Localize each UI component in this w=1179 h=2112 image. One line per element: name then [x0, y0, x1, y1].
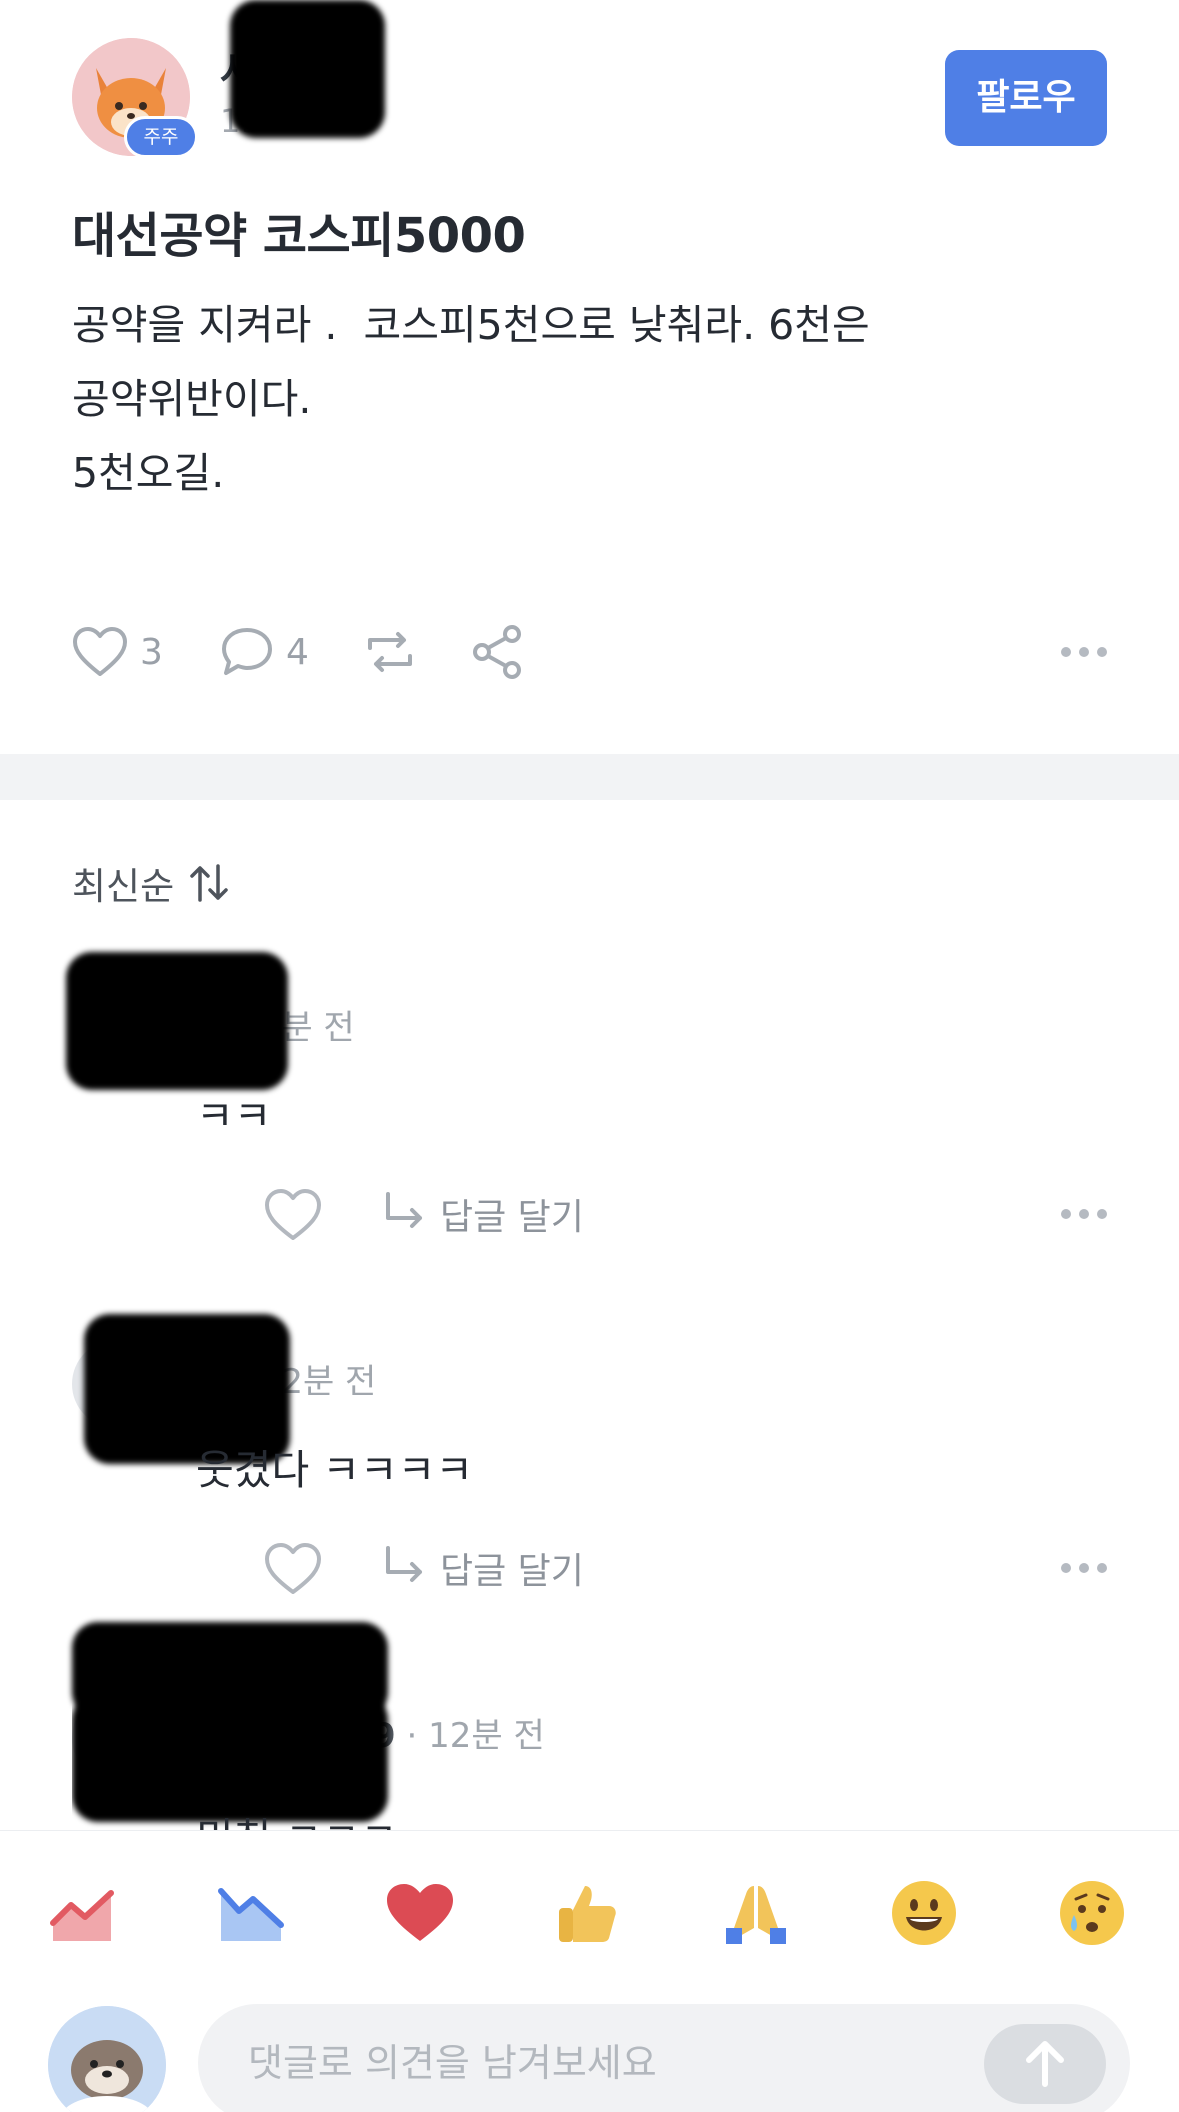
chart-up-icon[interactable] — [48, 1877, 120, 1949]
comment-time: · 12분 전 — [406, 1716, 545, 1756]
chart-down-icon[interactable] — [216, 1877, 288, 1949]
comment-text: ㅋㅋ — [196, 1092, 272, 1140]
comment-actions: 답글 달기 — [192, 1184, 1107, 1244]
reply-button[interactable]: 답글 달기 — [380, 1184, 584, 1244]
repost-icon — [368, 632, 412, 672]
redaction-mark — [66, 952, 288, 1090]
post-more-icon[interactable] — [1061, 640, 1107, 664]
post-title: 대선공약 코스피5000 — [72, 208, 526, 264]
comment-button[interactable]: 4 — [220, 624, 309, 680]
reaction-bar — [0, 1830, 1179, 1986]
reply-label: 답글 달기 — [440, 1197, 584, 1238]
reply-button[interactable]: 답글 달기 — [380, 1538, 584, 1598]
post-body-line: 5천오길. — [72, 449, 225, 497]
comment-like-icon[interactable] — [264, 1542, 322, 1596]
like-button[interactable]: 3 — [72, 624, 163, 680]
post-body-line: 공약을 지켜라 . 코스피5천으로 낮춰라. 6천은 — [72, 301, 870, 349]
post-actions: 3 4 — [72, 624, 1107, 680]
thumbs-up-icon[interactable] — [552, 1877, 624, 1949]
comment-count: 4 — [286, 631, 309, 673]
comment-actions: 답글 달기 — [192, 1538, 1107, 1598]
arrow-up-icon — [1026, 2041, 1064, 2087]
post-body: 공약을 지켜라 . 코스피5천으로 낮춰라. 6천은 공약위반이다. 5천오길. — [72, 288, 1072, 510]
follow-button[interactable]: 팔로우 — [945, 50, 1107, 146]
section-divider — [0, 754, 1179, 800]
redaction-mark — [230, 0, 385, 138]
heart-icon[interactable] — [384, 1877, 456, 1949]
comment-composer — [0, 1986, 1179, 2112]
comment-more-icon[interactable] — [1061, 1556, 1107, 1580]
repost-button[interactable] — [360, 624, 420, 680]
comment-item: 뿡 · 4분 전 ㅋㅋ 답글 달기 — [66, 952, 1107, 1286]
redaction-mark — [72, 1622, 388, 1718]
comment-item: 북 · 12분 전 웃겼다 ㅋㅋㅋㅋ 답글 달기 — [72, 1314, 1107, 1640]
reply-arrow-icon — [386, 1192, 422, 1228]
shareholder-badge: 주주 — [124, 116, 198, 158]
otter-avatar-icon — [48, 2006, 166, 2112]
comment-bubble-icon — [222, 628, 272, 675]
send-button[interactable] — [984, 2024, 1106, 2104]
post-header: 주주 사 19 팔로우 — [72, 0, 1107, 158]
sort-toggle[interactable]: 최신순 — [72, 856, 232, 910]
reply-label: 답글 달기 — [440, 1551, 584, 1592]
comment-like-icon[interactable] — [264, 1188, 322, 1242]
tear-icon[interactable] — [1056, 1877, 1128, 1949]
pray-icon[interactable] — [720, 1877, 792, 1949]
heart-outline-icon — [73, 627, 127, 676]
share-button[interactable] — [470, 624, 526, 680]
like-count: 3 — [140, 631, 163, 673]
comment-meta: 9 · 12분 전 — [372, 1706, 545, 1766]
smile-icon[interactable] — [888, 1877, 960, 1949]
sort-arrows-icon — [190, 864, 228, 902]
comment-more-icon[interactable] — [1061, 1202, 1107, 1226]
reply-arrow-icon — [386, 1546, 422, 1582]
comment-text: 웃겼다 ㅋㅋㅋㅋ — [196, 1446, 474, 1494]
post-body-line: 공약위반이다. — [72, 375, 312, 423]
comment-text: 미친 ㅋㅋㅋ — [196, 1804, 398, 1830]
share-icon — [473, 625, 521, 679]
my-avatar[interactable] — [48, 2006, 166, 2112]
sort-label: 최신순 — [72, 865, 175, 908]
